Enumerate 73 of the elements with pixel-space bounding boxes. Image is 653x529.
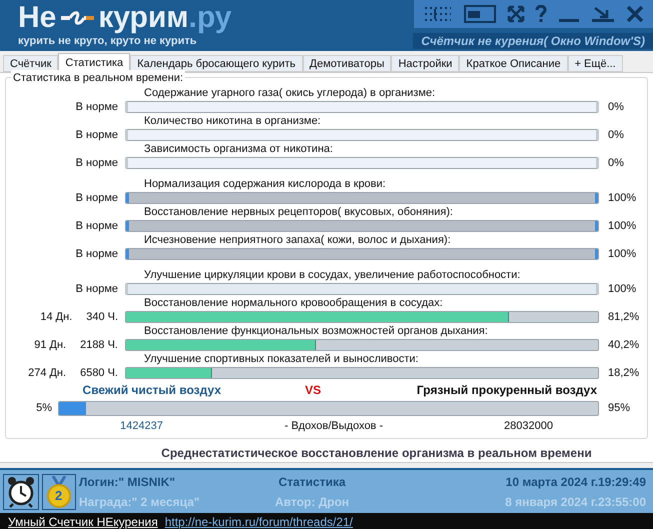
status-text: В норме — [76, 218, 118, 234]
vs-label: VS — [304, 382, 321, 399]
tab[interactable]: + Ещё... — [568, 55, 623, 72]
dotted-grid-icon[interactable] — [423, 5, 454, 23]
dirty-air-label: Грязный прокуренный воздух — [416, 382, 597, 399]
indicator-label: Восстановление нервных рецепторов( вкусовых, обоняния): — [144, 206, 453, 218]
indicator-label: Зависимость организма от никотина: — [144, 143, 333, 155]
status-text: В норме — [76, 100, 118, 115]
percent-text: 0% — [608, 156, 624, 169]
start-date-text: 8 января 2024 г.23:55:00 — [505, 494, 646, 510]
indicator-label: Нормализация содержания кислорода в крови: — [144, 178, 386, 190]
days-text: 14 Дн. — [40, 310, 72, 325]
percent-text: 81,2% — [608, 310, 640, 323]
fresh-air-label: Свежий чистый воздух — [82, 382, 221, 399]
logo-text: курим — [98, 2, 189, 34]
percent-text: 5% — [36, 400, 52, 416]
indicator-label: Улучшение циркуляции крови в сосудах, увеличение работоспособности: — [144, 269, 520, 281]
alarm-button[interactable] — [3, 474, 39, 510]
percent-text: 40,2% — [608, 338, 640, 351]
breath-caption: - Вдохов/Выдохов - — [284, 418, 383, 434]
status-text: В норме — [76, 128, 118, 143]
indicator-label: Содержание угарного газа( окись углерода) в организме: — [144, 87, 436, 99]
hours-text: 340 Ч. — [86, 310, 118, 325]
hours-text: 2188 Ч. — [80, 338, 118, 353]
percent-text: 18,2% — [608, 366, 640, 379]
award-text: Награда:" 2 месяца" — [79, 494, 201, 510]
window-icon[interactable] — [464, 5, 496, 23]
tab[interactable]: Счётчик — [3, 55, 58, 72]
days-text: 274 Дн. — [28, 366, 66, 381]
medal-number: 2 — [55, 488, 62, 502]
indicator-label: Улучшение спортивных показателей и выносливости: — [144, 353, 418, 365]
tab[interactable]: Демотиваторы — [302, 55, 392, 72]
section-text: Статистика — [278, 474, 346, 490]
logo-domain-text: .ру — [188, 2, 232, 34]
indicator-label: Восстановление функциональных возможностей органов дыхания: — [144, 325, 488, 337]
alarm-clock-icon — [6, 476, 36, 508]
percent-text: 100% — [608, 220, 636, 232]
percent-text: 0% — [608, 100, 624, 113]
hours-text: 6580 Ч. — [80, 366, 118, 381]
cigarette-knot-icon — [60, 11, 94, 25]
tab[interactable]: Настройки — [391, 55, 460, 72]
group-title: Статистика в реальном времени: — [11, 70, 186, 86]
tray-icon[interactable] — [590, 5, 615, 23]
dirty-breath-count: 28032000 — [504, 418, 553, 434]
status-text: В норме — [76, 282, 118, 297]
medal-icon — [47, 476, 71, 508]
slogan-text: курить не круто, круто не курить — [18, 34, 198, 48]
indicator-label: Количество никотина в организме: — [144, 115, 321, 127]
tab[interactable]: Краткое Описание — [459, 55, 568, 72]
author-text: Автор: Дрон — [274, 494, 350, 510]
tab[interactable]: Календарь бросающего курить — [130, 55, 303, 72]
help-icon[interactable] — [535, 5, 548, 23]
status-text: В норме — [76, 246, 118, 262]
status-text: В норме — [76, 156, 118, 171]
percent-text: 100% — [608, 248, 636, 260]
current-date-text: 10 марта 2024 г.19:29:49 — [506, 474, 646, 490]
percent-text: 100% — [608, 282, 636, 295]
indicator-label: Исчезновение неприятного запаха( кожи, волос и дыхания): — [144, 234, 451, 246]
close-icon[interactable] — [626, 5, 644, 23]
app-link[interactable]: Умный Счетчик НЕкурения — [8, 513, 158, 529]
summary-text: Среднестатистическое восстановление организма в реальном времени — [161, 445, 592, 462]
subtitle-text: Счётчик не курения( Окно Window'S) — [421, 33, 645, 50]
login-text: Логин:" MISNIK" — [79, 474, 176, 490]
fresh-breath-count: 1424237 — [120, 418, 163, 434]
percent-text: 100% — [608, 192, 636, 204]
percent-text: 0% — [608, 128, 624, 141]
forum-link[interactable]: http://ne-kurim.ru/forum/threads/21/ — [164, 513, 353, 529]
fullscreen-icon[interactable] — [506, 5, 525, 23]
status-text: В норме — [76, 190, 118, 206]
days-text: 91 Дн. — [34, 338, 66, 353]
indicator-label: Восстановление нормального кровообращения в сосудах: — [144, 297, 443, 309]
logo-text: Не — [18, 2, 56, 34]
percent-text: 95% — [608, 402, 630, 414]
